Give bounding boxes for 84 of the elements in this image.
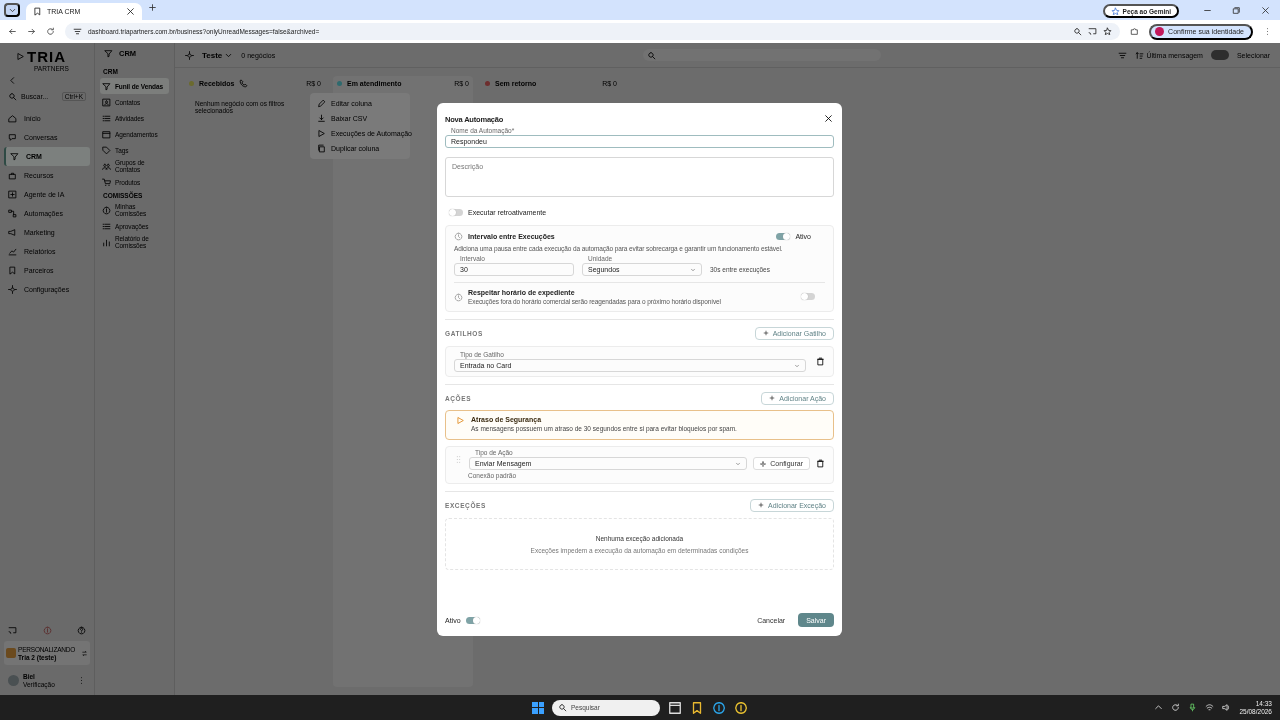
toggle-switch[interactable]: [776, 233, 791, 240]
swap-icon: [81, 649, 88, 657]
funnel-icon: [104, 49, 113, 58]
coin-icon: [712, 700, 726, 715]
plus-icon: [148, 3, 157, 12]
chat-bubble-icon: [8, 133, 17, 142]
funnel-icon: [102, 81, 111, 91]
trash-icon: [816, 356, 825, 366]
close-button[interactable]: [824, 114, 834, 124]
close-icon: [1261, 6, 1270, 15]
contact-card-icon: [102, 97, 111, 107]
bookmark-icon: [33, 7, 42, 16]
line-chart-icon: [8, 247, 17, 256]
windows-start-icon[interactable]: [532, 701, 544, 714]
download-icon: [317, 114, 326, 123]
coin-icon: [734, 700, 748, 715]
toggle-switch[interactable]: [801, 293, 815, 300]
user-avatar: [8, 674, 19, 686]
search-field[interactable]: [643, 49, 882, 61]
bag-icon: [8, 171, 17, 180]
puzzle-icon: [1130, 27, 1140, 36]
cart-icon: [102, 177, 111, 187]
filter-icon: [73, 27, 82, 36]
home-icon: [8, 114, 17, 123]
drag-icon: [454, 455, 463, 464]
cast-icon: [1088, 27, 1098, 36]
reload-icon: [46, 27, 55, 36]
caret-icon: [735, 460, 742, 467]
megaphone-icon: [8, 228, 17, 237]
clock-icon: [454, 292, 463, 302]
coin-icon: [102, 205, 111, 215]
clock-icon: [454, 232, 463, 241]
search-icon: [8, 92, 17, 101]
search-icon: [1073, 27, 1083, 36]
people-icon: [102, 161, 111, 171]
phone-icon: [239, 78, 249, 88]
brand-logo: TRIA: [27, 48, 66, 64]
caret-icon: [690, 266, 696, 273]
search-icon: [647, 50, 657, 60]
wifi-icon: [1205, 703, 1215, 712]
sort-icon: [1134, 50, 1144, 60]
speaker-icon: [1222, 703, 1232, 712]
toggle-switch[interactable]: [465, 616, 480, 624]
pipeline-selector[interactable]: Teste: [202, 50, 234, 60]
close-icon: [824, 114, 833, 123]
play-icon: [317, 129, 326, 138]
copy-icon: [317, 144, 326, 153]
pencil-icon: [317, 99, 326, 108]
play-icon: [456, 416, 465, 425]
bookmark-icon: [8, 266, 17, 275]
nodes-icon: [8, 209, 17, 218]
coin-icon: [42, 626, 52, 635]
bookmark-icon: [690, 700, 704, 715]
reload-icon: [1171, 703, 1181, 712]
star-icon: [1110, 6, 1120, 16]
cast-icon: [8, 626, 17, 635]
chevron-up-icon: [1154, 703, 1164, 712]
plus-icon: [762, 330, 769, 336]
trash-icon: [816, 458, 825, 468]
close-icon: [126, 7, 135, 16]
restore-icon: [1232, 6, 1241, 15]
filter-icon: [1117, 50, 1127, 60]
funnel-icon: [10, 152, 19, 161]
bar-chart-icon: [102, 237, 111, 247]
help-icon: [77, 626, 86, 635]
plus-icon: [769, 395, 776, 401]
star-icon: [1103, 27, 1113, 36]
mic-icon: [1188, 703, 1198, 712]
arrow-right-icon: [27, 27, 36, 36]
list-icon: [102, 221, 111, 231]
tab-list-button[interactable]: [4, 3, 20, 17]
window-icon: [668, 700, 682, 715]
toggle-switch[interactable]: [449, 209, 463, 216]
calendar-icon: [102, 129, 111, 139]
chevron-left-icon: [8, 76, 17, 85]
plus-icon: [758, 502, 764, 508]
tag-icon: [102, 145, 111, 155]
arrow-left-icon: [8, 27, 17, 36]
search-icon: [558, 703, 567, 712]
caret-icon: [794, 362, 800, 369]
chip-icon: [8, 190, 17, 199]
list-icon: [102, 113, 111, 123]
organization-badge: [6, 648, 16, 658]
play-icon: [16, 51, 25, 61]
